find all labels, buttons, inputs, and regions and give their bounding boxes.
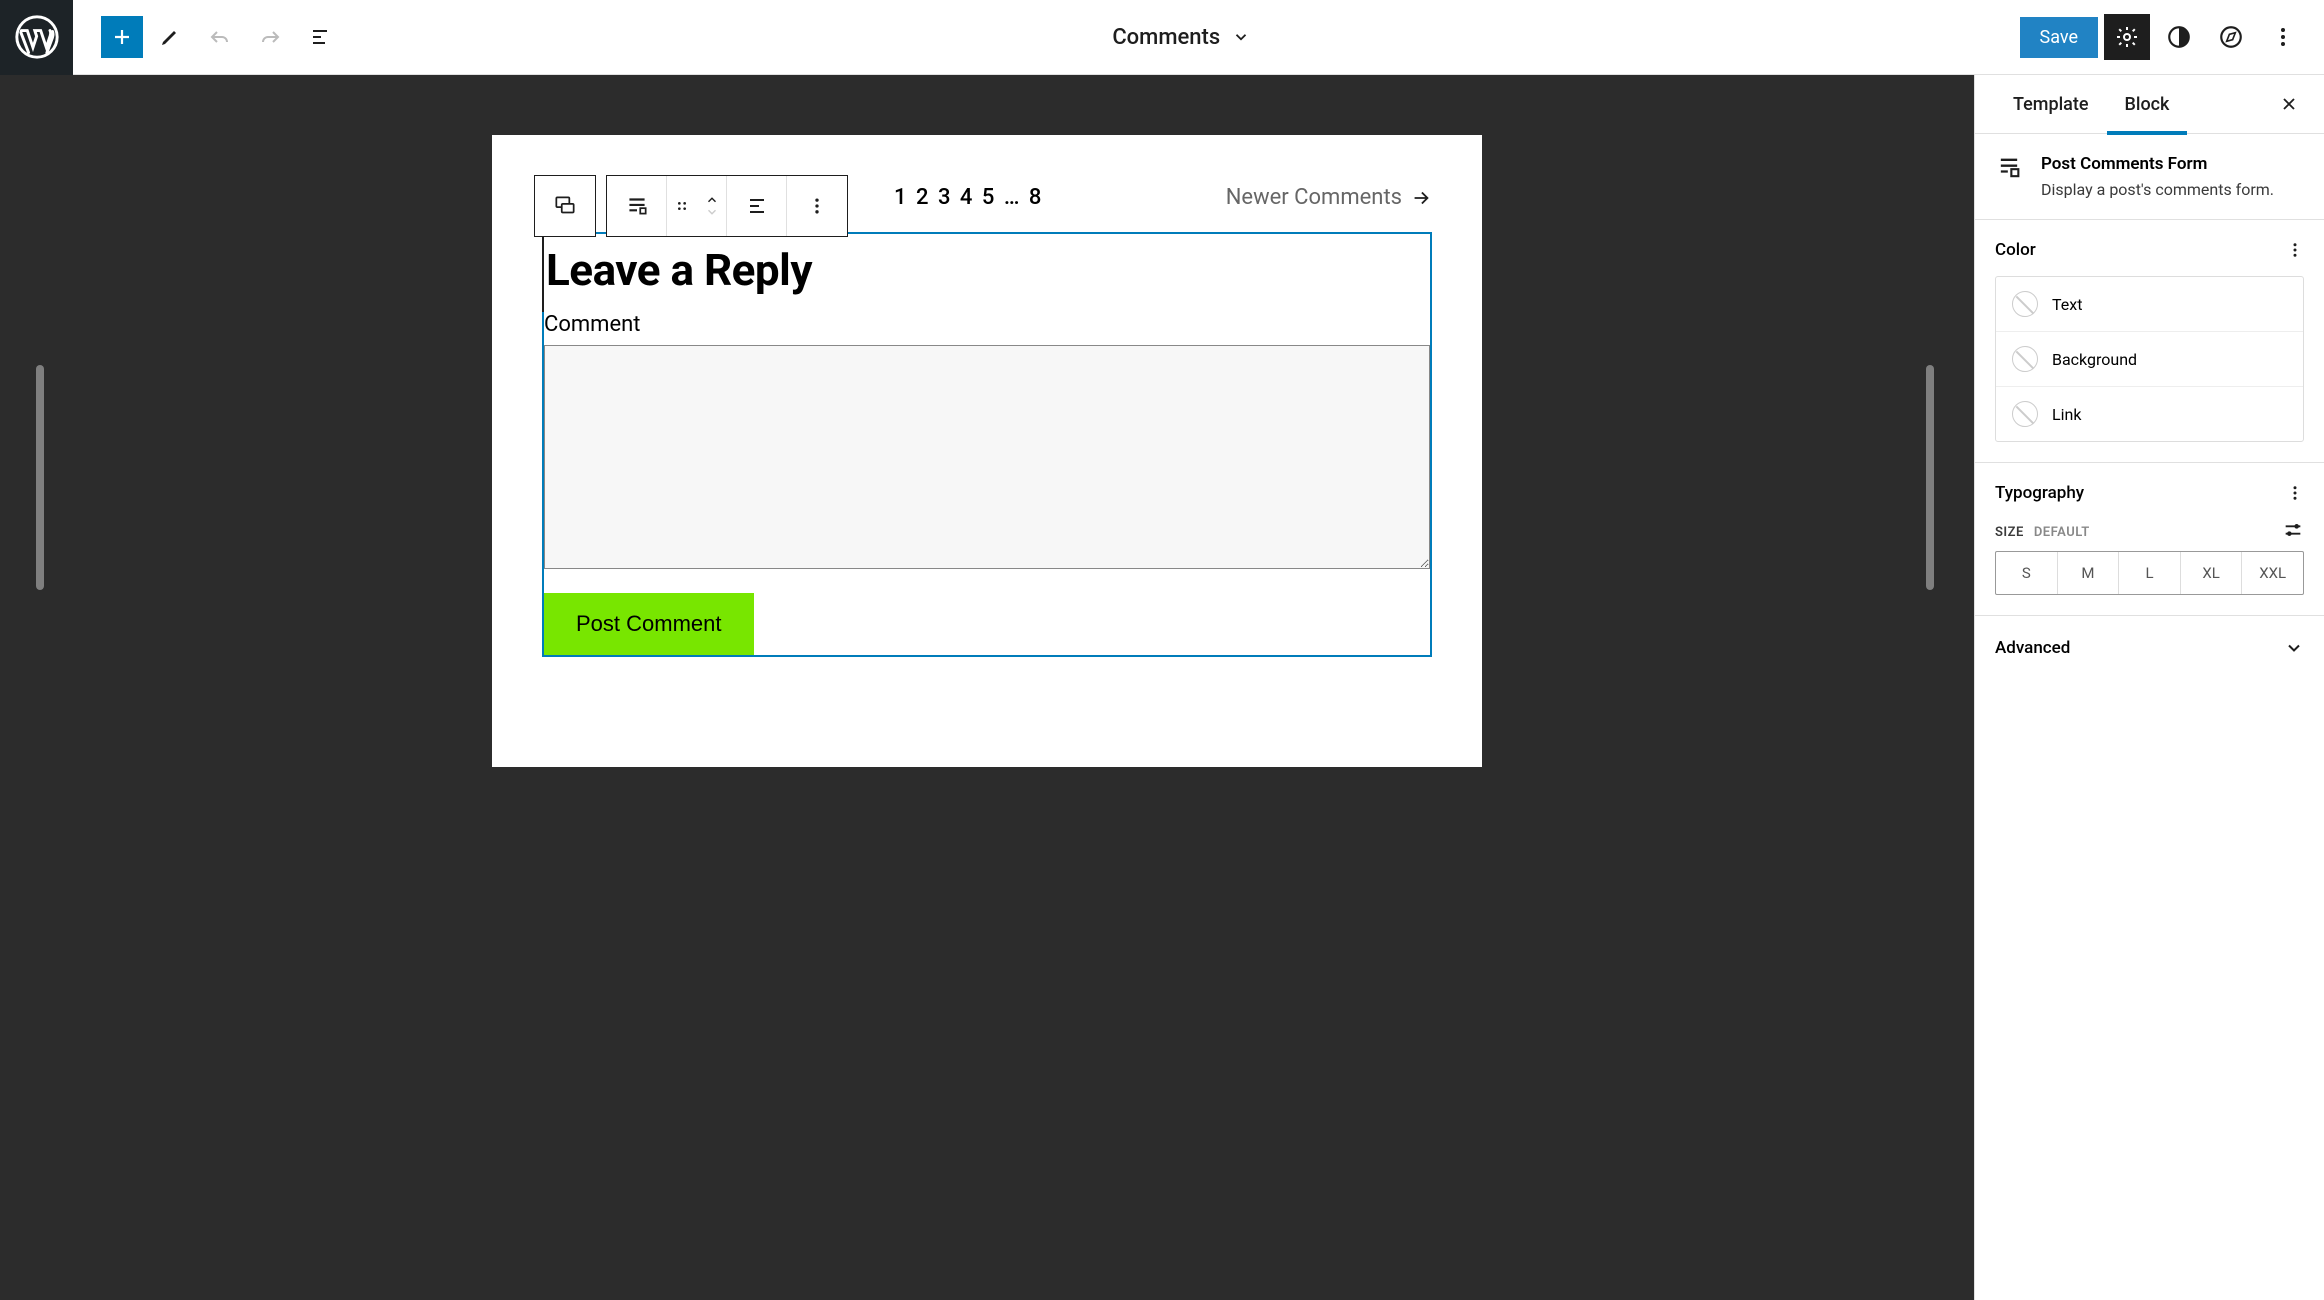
dots-vertical-icon [807, 196, 827, 216]
comments-block-icon [552, 193, 578, 219]
size-preset-xxl[interactable]: XXL [2242, 552, 2303, 594]
color-row-background[interactable]: Background [1996, 332, 2303, 387]
align-icon [745, 194, 769, 218]
block-header-title: Post Comments Form [2041, 154, 2304, 174]
settings-button[interactable] [2104, 14, 2150, 60]
sidebar-tabs: Template Block [1975, 75, 2324, 134]
chevron-down-icon [1232, 28, 1250, 46]
editor-canvas-area: 1 2 3 4 5 … 8 Newer Comments Leave a Rep… [0, 75, 1974, 1300]
document-overview-button[interactable] [297, 14, 343, 60]
block-type-button[interactable] [535, 176, 595, 236]
color-swatch-none-icon [2012, 401, 2038, 427]
post-comments-form-block[interactable]: Leave a Reply Comment Post Comment [542, 232, 1432, 657]
color-row-text[interactable]: Text [1996, 277, 2303, 332]
dots-vertical-icon [2286, 484, 2304, 502]
sliders-icon [2282, 519, 2304, 541]
color-row-link[interactable]: Link [1996, 387, 2303, 441]
top-right-controls: Save [2020, 14, 2324, 60]
view-button[interactable] [2208, 14, 2254, 60]
block-header-section: Post Comments Form Display a post's comm… [1975, 134, 2324, 220]
chevron-up-icon [705, 195, 719, 205]
block-toolbar [534, 175, 848, 237]
pagination-numbers[interactable]: 1 2 3 4 5 … 8 [894, 185, 1043, 210]
save-button[interactable]: Save [2020, 17, 2099, 58]
chevron-down-icon [2284, 638, 2304, 658]
size-preset-l[interactable]: L [2119, 552, 2181, 594]
color-row-text-label: Text [2052, 295, 2082, 314]
reply-heading[interactable]: Leave a Reply [542, 234, 1430, 312]
block-align-button[interactable] [727, 176, 787, 236]
block-parent-button[interactable] [607, 176, 667, 236]
plus-icon [110, 25, 134, 49]
contrast-icon [2166, 24, 2192, 50]
comment-field-label: Comment [544, 312, 1430, 337]
size-custom-toggle[interactable] [2282, 519, 2304, 541]
block-move-buttons[interactable] [697, 176, 727, 236]
comment-form-icon [1995, 154, 2023, 182]
color-list: Text Background Link [1995, 276, 2304, 442]
newer-comments-label: Newer Comments [1226, 185, 1402, 210]
newer-comments-link[interactable]: Newer Comments [1226, 185, 1432, 210]
top-left-controls [73, 14, 343, 60]
size-preset-m[interactable]: M [2058, 552, 2120, 594]
gear-icon [2115, 25, 2139, 49]
tab-template[interactable]: Template [1995, 75, 2107, 134]
size-label: SIZE [1995, 525, 2024, 540]
block-drag-handle[interactable] [667, 176, 697, 236]
styles-button[interactable] [2156, 14, 2202, 60]
typography-panel-title: Typography [1995, 483, 2084, 503]
redo-icon [258, 25, 282, 49]
add-block-button[interactable] [101, 16, 143, 58]
comment-textarea[interactable] [544, 345, 1430, 569]
canvas-resize-handle-left[interactable] [36, 365, 44, 590]
color-swatch-none-icon [2012, 346, 2038, 372]
post-comment-button[interactable]: Post Comment [544, 593, 754, 655]
document-title-area[interactable]: Comments [343, 25, 2020, 50]
color-swatch-none-icon [2012, 291, 2038, 317]
dots-vertical-icon [2271, 25, 2295, 49]
block-header-description: Display a post's comments form. [2041, 180, 2304, 199]
compass-icon [2218, 24, 2244, 50]
color-panel-options-button[interactable] [2286, 241, 2304, 259]
advanced-panel-title: Advanced [1995, 638, 2070, 658]
size-preset-s[interactable]: S [1996, 552, 2058, 594]
undo-icon [208, 25, 232, 49]
redo-button[interactable] [247, 14, 293, 60]
size-default-label: DEFAULT [2034, 525, 2090, 540]
close-icon [2279, 94, 2299, 114]
typography-panel: Typography SIZE DEFAULT S M L XL XXL [1975, 463, 2324, 616]
editor-canvas[interactable]: 1 2 3 4 5 … 8 Newer Comments Leave a Rep… [492, 135, 1482, 767]
undo-button[interactable] [197, 14, 243, 60]
color-panel: Color Text Background Link [1975, 220, 2324, 463]
options-button[interactable] [2260, 14, 2306, 60]
color-row-link-label: Link [2052, 405, 2081, 424]
wordpress-logo-button[interactable] [0, 0, 73, 75]
pencil-icon [158, 25, 182, 49]
main-area: 1 2 3 4 5 … 8 Newer Comments Leave a Rep… [0, 75, 2324, 1300]
color-panel-title: Color [1995, 240, 2036, 260]
typography-panel-options-button[interactable] [2286, 484, 2304, 502]
document-title: Comments [1112, 25, 1220, 50]
canvas-resize-handle-right[interactable] [1926, 365, 1934, 590]
color-row-background-label: Background [2052, 350, 2137, 369]
block-header-icon [1995, 154, 2023, 182]
list-icon [308, 25, 332, 49]
dots-vertical-icon [2286, 241, 2304, 259]
drag-icon [674, 198, 690, 214]
top-toolbar: Comments Save [0, 0, 2324, 75]
advanced-panel-toggle[interactable]: Advanced [1975, 616, 2324, 680]
size-preset-group: S M L XL XXL [1995, 551, 2304, 595]
block-options-button[interactable] [787, 176, 847, 236]
settings-sidebar: Template Block Post Comments Form Displa… [1974, 75, 2324, 1300]
close-sidebar-button[interactable] [2274, 89, 2304, 119]
tools-button[interactable] [147, 14, 193, 60]
arrow-right-icon [1410, 187, 1432, 209]
wordpress-icon [15, 15, 59, 59]
comment-form-icon [624, 193, 650, 219]
chevron-down-icon [705, 207, 719, 217]
size-preset-xl[interactable]: XL [2181, 552, 2243, 594]
tab-block[interactable]: Block [2107, 75, 2188, 134]
